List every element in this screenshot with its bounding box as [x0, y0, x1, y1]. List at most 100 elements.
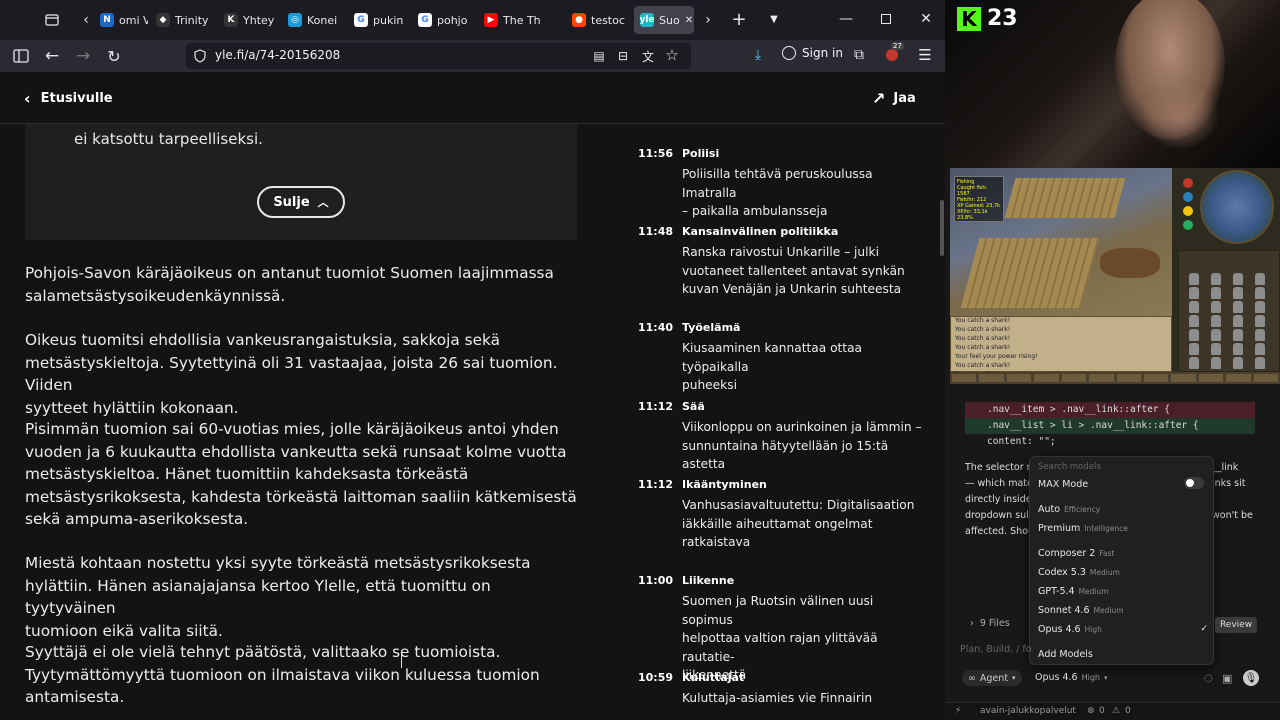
hitpoints-orb-icon[interactable] — [1183, 178, 1193, 188]
max-mode-toggle[interactable] — [1184, 477, 1204, 489]
sidebar-toggle-icon[interactable] — [12, 48, 30, 64]
live-item-title[interactable]: Ranska raivostui Unkarille – julki vuotan… — [682, 243, 927, 299]
browser-tab[interactable]: K Yhtey — [218, 6, 276, 34]
add-models-button[interactable]: Add Models — [1038, 646, 1208, 662]
live-feed-item[interactable]: 11:12 Ikääntyminen Vanhusasiavaltuutettu: … — [630, 476, 930, 549]
inventory-fish-icon[interactable] — [1255, 287, 1265, 299]
inventory-fish-icon[interactable] — [1189, 315, 1199, 327]
inventory-fish-icon[interactable] — [1189, 343, 1199, 355]
forward-nav-icon[interactable]: → — [74, 46, 92, 66]
adblock-extension-icon[interactable]: 27 — [884, 42, 904, 63]
live-item-title[interactable]: Kiusaaminen kannattaa ottaa työpaikalla p… — [682, 339, 927, 395]
code-line[interactable]: .nav__list > li > .nav__link::after { — [965, 418, 1255, 434]
live-feed-item[interactable]: 11:56 Poliisi Poliisilla tehtävä peruskoul… — [630, 145, 930, 218]
back-to-frontpage-link[interactable]: ‹ Etusivulle — [24, 89, 113, 108]
browser-tab[interactable]: Gpukin — [348, 6, 406, 34]
inventory-fish-icon[interactable] — [1255, 343, 1265, 355]
max-mode-row[interactable]: MAX Mode — [1038, 476, 1208, 492]
live-feed-item[interactable]: 10:59 Kuluttajat Kuluttaja-asiamies vie Fi… — [630, 669, 930, 720]
game-chatbox[interactable]: You catch a shark! You catch a shark! You … — [950, 316, 1172, 378]
prayer-orb-icon[interactable] — [1183, 192, 1193, 202]
back-nav-icon[interactable]: ← — [43, 46, 61, 66]
minimize-icon[interactable]: — — [838, 11, 854, 27]
microphone-icon[interactable]: 🎙 — [1243, 670, 1259, 686]
close-factbox-button[interactable]: Sulje ︿ — [257, 186, 345, 218]
sign-in-button[interactable]: Sign in — [782, 46, 843, 60]
inventory-fish-icon[interactable] — [1255, 329, 1265, 341]
search-models-input[interactable]: Search models — [1038, 459, 1208, 475]
tab-list-icon[interactable] — [44, 12, 60, 28]
live-feed-item[interactable]: 11:12 Sää Viikonloppu on aurinkoinen ja lä… — [630, 398, 930, 471]
close-tab-icon[interactable]: ✕ — [685, 15, 693, 26]
inventory-fish-icon[interactable] — [1233, 315, 1243, 327]
game-viewport[interactable]: Fishing Caught fish: 1587 Fish/hr: 212 XP G… — [950, 168, 1172, 316]
inventory-fish-icon[interactable] — [1189, 273, 1199, 285]
inventory-fish-icon[interactable] — [1211, 357, 1221, 369]
extensions-icon[interactable]: ⧉ — [851, 47, 867, 63]
inventory-fish-icon[interactable] — [1189, 301, 1199, 313]
code-line[interactable]: .nav__item > .nav__link::after { — [965, 402, 1255, 418]
run-orb-icon[interactable] — [1183, 206, 1193, 216]
tab-overflow-chevron-icon[interactable]: ▼ — [766, 11, 782, 27]
code-line[interactable]: content: ""; — [965, 434, 1255, 450]
reader-view-icon[interactable]: ▤ — [592, 48, 606, 64]
agent-mode-button[interactable]: ∞ Agent ▾ — [962, 670, 1022, 686]
image-attach-icon[interactable]: ▣ — [1222, 672, 1232, 685]
url-text[interactable]: yle.fi/a/74-20156208 — [215, 48, 340, 62]
inventory-fish-icon[interactable] — [1189, 329, 1199, 341]
browser-tab[interactable]: Nomi Välin — [94, 6, 148, 34]
inventory-fish-icon[interactable] — [1211, 343, 1221, 355]
share-button[interactable]: ↗ Jaa — [872, 89, 916, 108]
browser-tab[interactable]: yle Suo ✕ — [634, 6, 694, 34]
inventory-fish-icon[interactable] — [1211, 315, 1221, 327]
game-minimap[interactable] — [1200, 170, 1274, 244]
inventory-fish-icon[interactable] — [1255, 301, 1265, 313]
inventory-fish-icon[interactable] — [1211, 301, 1221, 313]
review-button[interactable]: Review — [1215, 617, 1257, 633]
browser-tab[interactable]: ▶ The Th — [478, 6, 560, 34]
site-security-icon[interactable] — [193, 48, 207, 64]
branch-name[interactable]: avain-jalukkopalvelut — [980, 706, 1076, 716]
close-window-icon[interactable]: ✕ — [918, 11, 934, 27]
live-feed-item[interactable]: 11:48 Kansainvälinen politiikka Ranska rai… — [630, 223, 930, 296]
reload-icon[interactable]: ↻ — [105, 47, 123, 66]
game-tab-bar[interactable] — [950, 372, 1280, 384]
downloads-icon[interactable]: ⤓ — [750, 47, 766, 63]
browser-tab[interactable]: Gpohjo — [412, 6, 472, 34]
browser-tab[interactable]: ◎ Konei — [282, 6, 342, 34]
model-option-premium[interactable]: Premium Intelligence — [1038, 520, 1208, 536]
inventory-fish-icon[interactable] — [1233, 287, 1243, 299]
inventory-fish-icon[interactable] — [1211, 287, 1221, 299]
model-option[interactable]: Composer 2 Fast — [1038, 545, 1208, 561]
model-option[interactable]: Opus 4.6 High ✓ — [1038, 621, 1208, 637]
model-option[interactable]: GPT-5.4 Medium — [1038, 583, 1208, 599]
live-feed-item[interactable]: 11:00 Liikenne Suomen ja Ruotsin välinen u… — [630, 572, 930, 682]
inventory-fish-icon[interactable] — [1233, 301, 1243, 313]
inventory-fish-icon[interactable] — [1211, 329, 1221, 341]
game-inventory[interactable] — [1178, 250, 1280, 372]
scroll-tabs-right-icon[interactable]: › — [702, 12, 714, 28]
inventory-fish-icon[interactable] — [1255, 273, 1265, 285]
changed-files-toggle[interactable]: › 9 Files — [970, 618, 1010, 629]
model-selector[interactable]: Opus 4.6 High ▾ — [1035, 672, 1108, 683]
browser-tab[interactable]: ● testoc — [566, 6, 628, 34]
live-item-title[interactable]: Vanhusasiavaltuutettu: Digitalisaation iä… — [682, 496, 927, 552]
inventory-fish-icon[interactable] — [1233, 273, 1243, 285]
live-item-title[interactable]: Poliisilla tehtävä peruskoulussa Imatral… — [682, 165, 927, 221]
maximize-icon[interactable] — [878, 11, 894, 27]
inventory-fish-icon[interactable] — [1189, 287, 1199, 299]
remote-icon[interactable]: ⚡ — [955, 706, 961, 716]
warning-icon[interactable]: ⚠ — [1112, 706, 1120, 716]
live-item-title[interactable]: Viikonloppu on aurinkoinen ja lämmin – su… — [682, 418, 927, 474]
model-option[interactable]: Sonnet 4.6 Medium — [1038, 602, 1208, 618]
inventory-fish-icon[interactable] — [1233, 357, 1243, 369]
inventory-fish-icon[interactable] — [1233, 343, 1243, 355]
spec-orb-icon[interactable] — [1183, 220, 1193, 230]
scroll-tabs-left-icon[interactable]: ‹ — [80, 12, 92, 28]
inventory-fish-icon[interactable] — [1255, 315, 1265, 327]
chat-input[interactable]: Plan, Build, / fo — [960, 644, 1032, 655]
translate-icon[interactable]: 文 — [640, 48, 656, 64]
inventory-fish-icon[interactable] — [1211, 273, 1221, 285]
app-menu-icon[interactable]: ☰ — [917, 46, 933, 64]
inventory-fish-icon[interactable] — [1189, 357, 1199, 369]
